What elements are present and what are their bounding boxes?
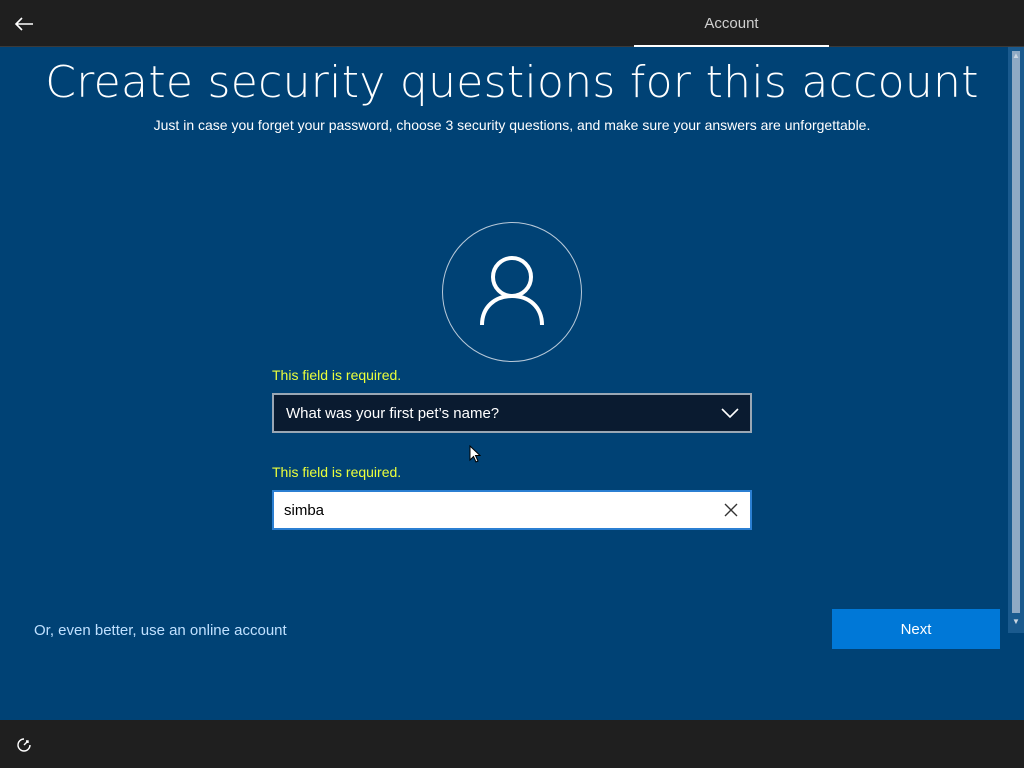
ease-of-access-icon (17, 738, 31, 752)
arrow-left-icon (14, 17, 33, 31)
next-button[interactable]: Next (832, 609, 1000, 649)
page-title: Create security questions for this accou… (45, 57, 979, 108)
security-answer-field[interactable] (272, 490, 752, 530)
bottom-bar (0, 720, 1024, 768)
scrollbar-thumb[interactable] (1012, 51, 1020, 613)
scroll-down-icon[interactable]: ▼ (1012, 618, 1020, 626)
back-button[interactable] (10, 10, 38, 38)
user-icon (480, 256, 544, 326)
scroll-up-icon[interactable]: ▲ (1012, 52, 1020, 60)
top-bar: Account (0, 0, 1024, 47)
clear-icon[interactable] (722, 501, 740, 519)
accessibility-button[interactable] (14, 735, 34, 755)
online-account-link[interactable]: Or, even better, use an online account (34, 622, 287, 639)
avatar (442, 222, 582, 362)
question-error-message: This field is required. (272, 367, 402, 383)
security-question-dropdown[interactable]: What was your first pet’s name? (272, 393, 752, 433)
answer-error-message: This field is required. (272, 464, 402, 480)
security-question-selected: What was your first pet’s name? (286, 404, 500, 422)
chevron-down-icon (721, 408, 739, 419)
tab-account[interactable]: Account (634, 0, 829, 47)
security-answer-input[interactable] (284, 501, 704, 519)
page-subtitle: Just in case you forget your password, c… (153, 117, 871, 133)
